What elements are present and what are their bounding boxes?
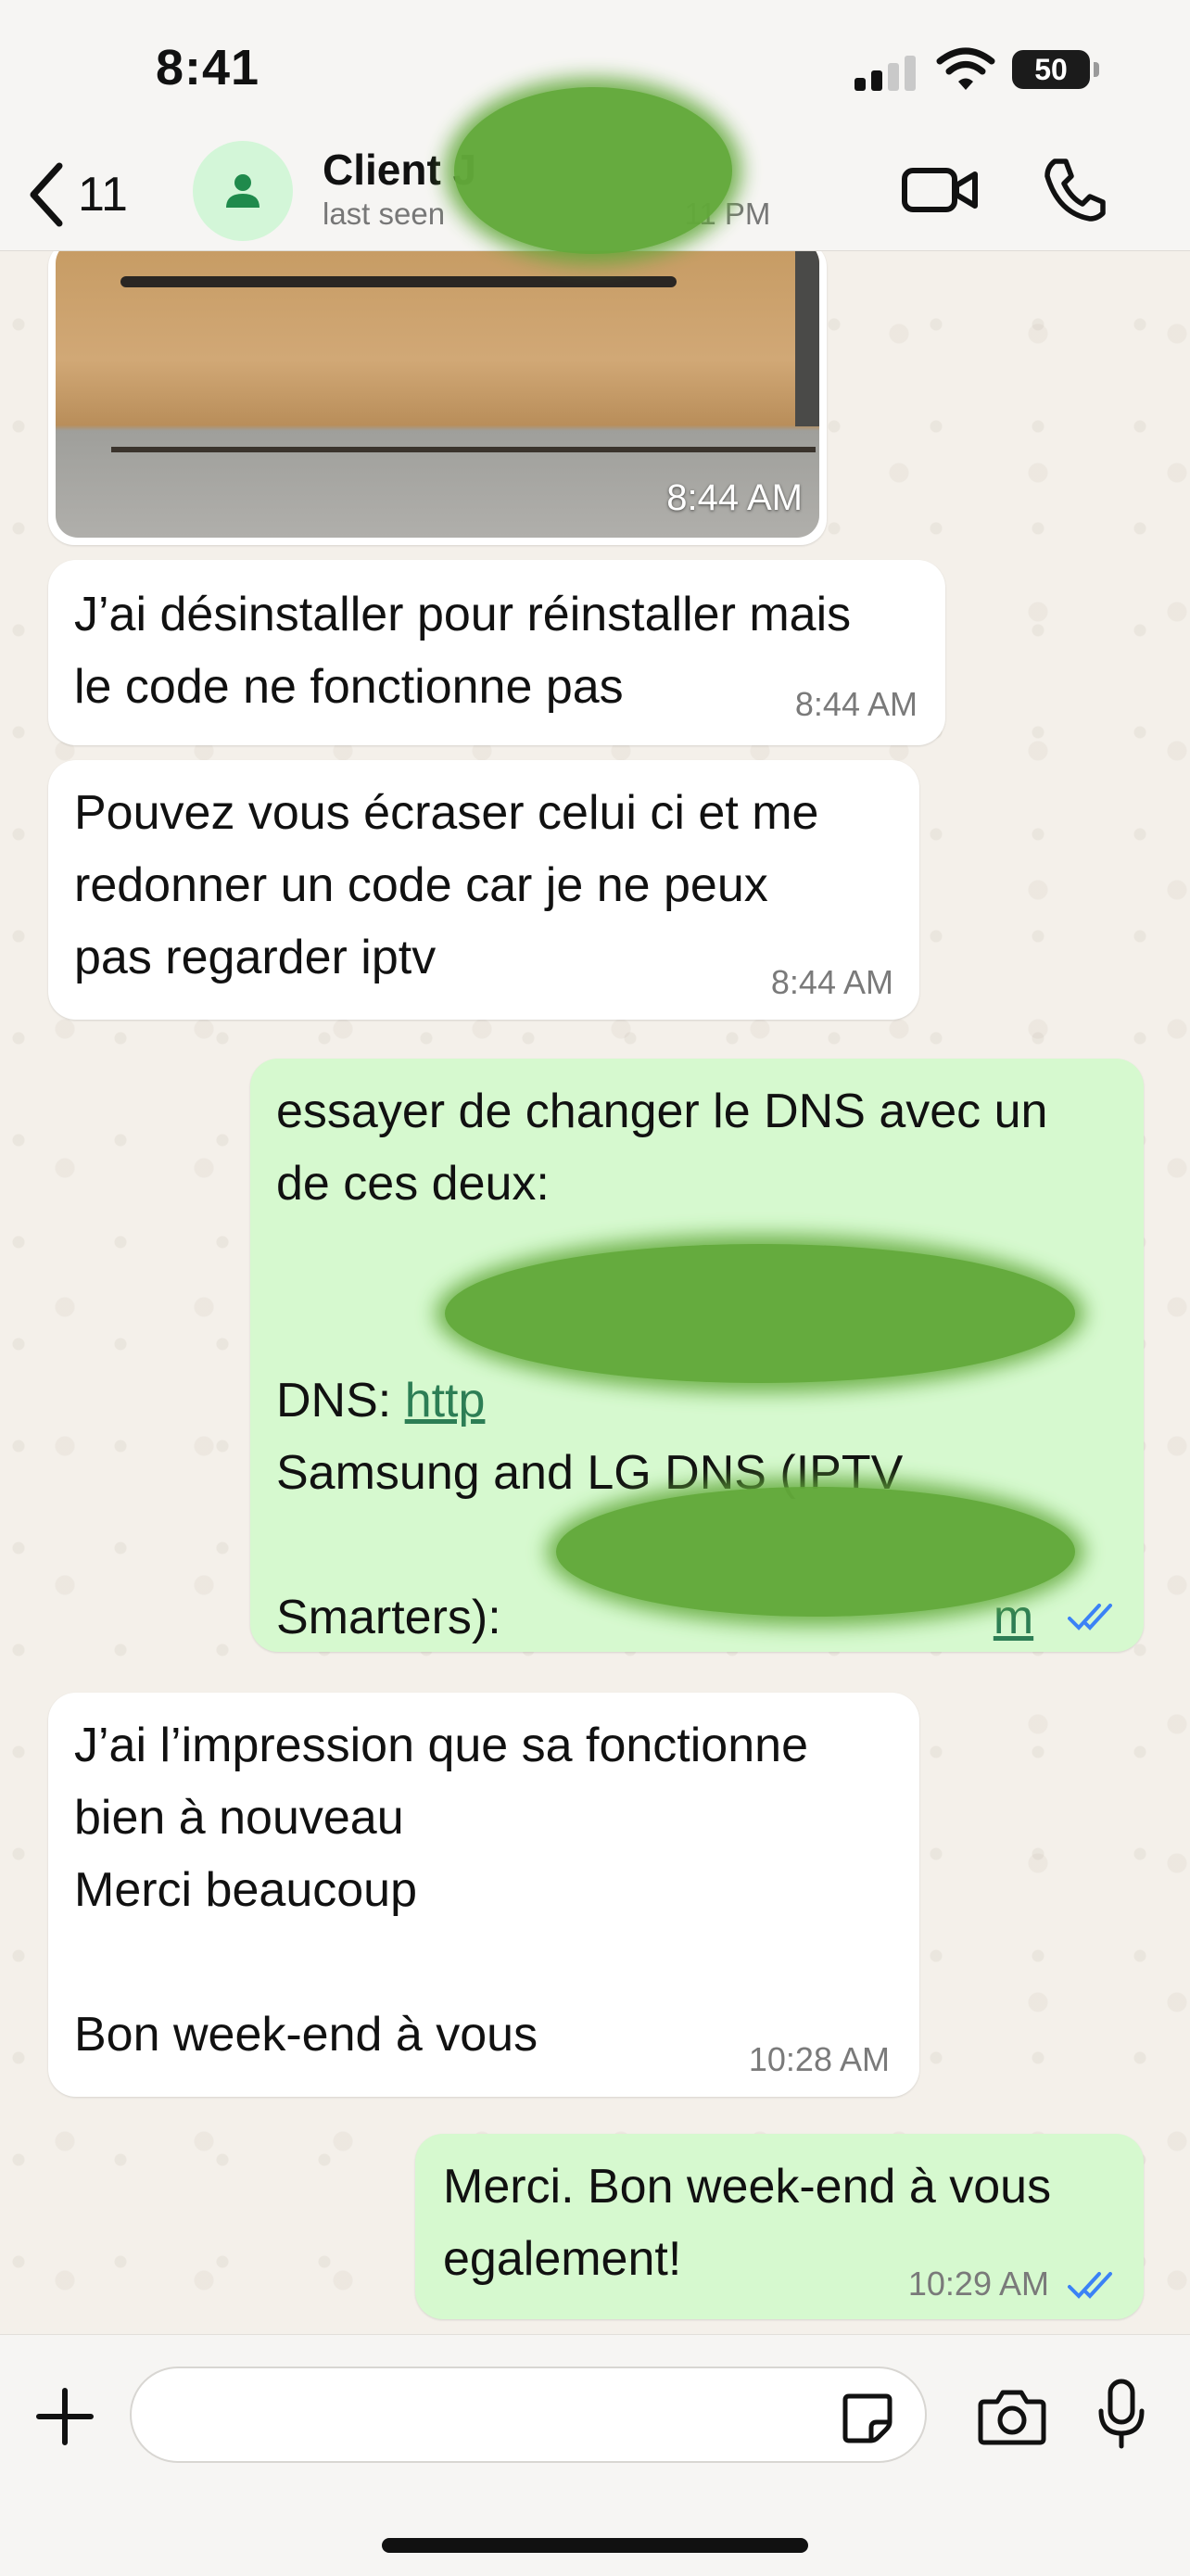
message-text: Pouvez vous écraser celui ci et me redon…: [74, 786, 819, 984]
dns-label: DNS:: [276, 1374, 405, 1428]
back-chevron-icon: [30, 162, 63, 227]
photo-attachment[interactable]: 8:44 AM: [56, 241, 819, 538]
back-button[interactable]: 11: [28, 156, 158, 234]
microphone-icon[interactable]: [1094, 2378, 1149, 2452]
message-text: J’ai l’impression que sa fonctionne bien…: [74, 1719, 808, 2062]
cellular-signal-icon: [855, 54, 919, 91]
outgoing-message[interactable]: Merci. Bon week-end à vous egalement! 10…: [415, 2134, 1144, 2319]
redaction-mark: [556, 1487, 1075, 1617]
home-indicator: [382, 2538, 808, 2553]
incoming-message[interactable]: J’ai désinstaller pour réinstaller mais …: [48, 560, 945, 745]
last-seen-label: last seen: [323, 197, 446, 231]
message-time: 10:28 AM: [748, 2040, 890, 2078]
dns-link[interactable]: http: [405, 1374, 486, 1428]
phone-icon[interactable]: [1042, 156, 1107, 222]
status-time: 8:41: [156, 40, 260, 95]
image-message[interactable]: 8:44 AM: [48, 241, 827, 545]
video-camera-icon[interactable]: [901, 159, 979, 221]
message-line: essayer de changer le DNS avec un: [276, 1085, 1048, 1138]
sticker-icon[interactable]: [840, 2391, 895, 2446]
samsung-label: Smarters):: [276, 1591, 515, 1644]
contact-avatar[interactable]: [193, 141, 293, 241]
message-input[interactable]: [130, 2367, 927, 2463]
wifi-icon: [936, 47, 995, 90]
incoming-message[interactable]: J’ai l’impression que sa fonctionne bien…: [48, 1693, 919, 2097]
redaction-mark: [454, 87, 732, 254]
message-line: de ces deux:: [276, 1157, 550, 1211]
message-time: 8:44 AM: [666, 477, 803, 518]
message-time: 10:29 AM: [907, 2265, 1049, 2303]
battery-indicator: 50: [1012, 50, 1099, 89]
message-status: 10:29 AM: [908, 2265, 1118, 2303]
person-icon: [226, 174, 260, 208]
double-check-icon: [1068, 1604, 1112, 1631]
message-time: 8:44 AM: [794, 685, 918, 723]
double-check-icon: [1068, 2272, 1112, 2300]
camera-icon[interactable]: [977, 2387, 1047, 2446]
plus-icon[interactable]: [33, 2385, 96, 2448]
unread-count: 11: [78, 168, 128, 222]
message-time: 8:44 AM: [770, 963, 893, 1001]
chat-header: 11 Client J last seen 11 PM: [0, 87, 1190, 254]
outgoing-message[interactable]: essayer de changer le DNS avec un de ces…: [250, 1059, 1144, 1652]
incoming-message[interactable]: Pouvez vous écraser celui ci et me redon…: [48, 760, 919, 1020]
message-text: J’ai désinstaller pour réinstaller mais …: [74, 588, 852, 714]
redaction-mark: [445, 1244, 1075, 1383]
